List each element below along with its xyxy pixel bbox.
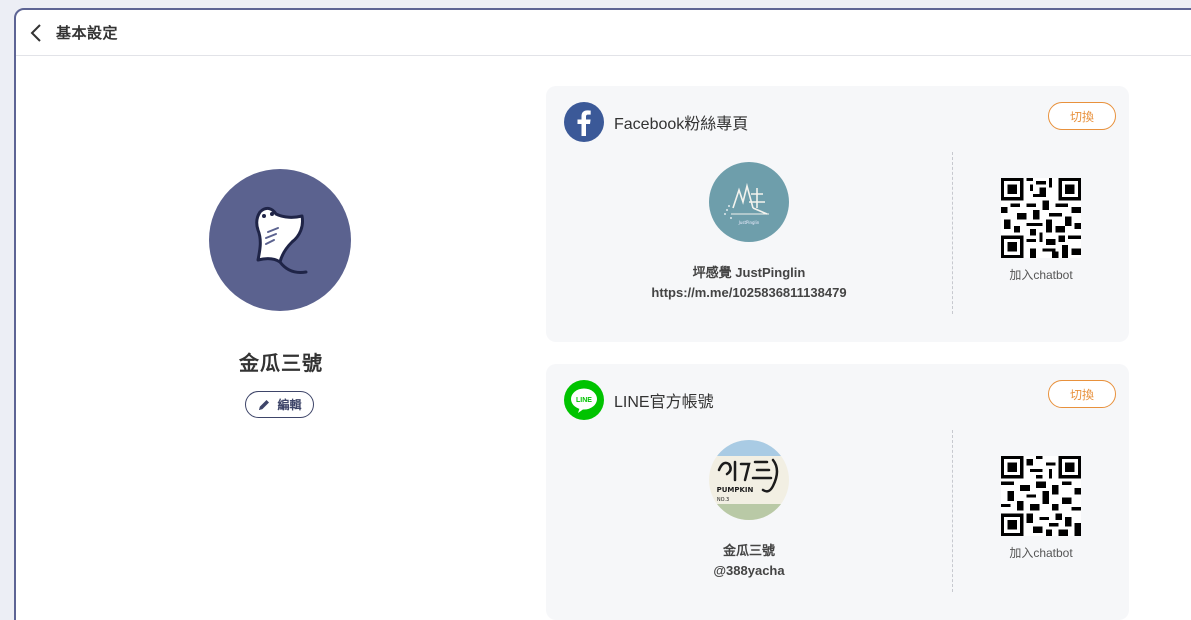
page-title: 基本設定 <box>56 25 119 42</box>
line-card-title: LINE官方帳號 <box>614 394 714 411</box>
facebook-page-name: 坪感覺 JustPinglin <box>692 265 806 280</box>
edit-button[interactable]: 編輯 <box>245 391 314 418</box>
manta-ray-icon <box>255 206 308 274</box>
facebook-page-url[interactable]: https://m.me/1025836811138479 <box>546 285 952 300</box>
pencil-icon <box>259 399 270 410</box>
line-account-name: 金瓜三號 <box>722 543 775 558</box>
facebook-qr-label: 加入chatbot <box>1009 268 1073 282</box>
settings-panel: 基本設定 金瓜三號 編輯 Facebook粉絲專頁 切換 JustPinglin… <box>14 8 1191 620</box>
edit-label: 編輯 <box>277 398 302 412</box>
line-switch-button[interactable]: 切換 <box>1048 380 1116 408</box>
line-card-header: LINE LINE官方帳號 <box>564 380 714 420</box>
svg-text:JustPinglin: JustPinglin <box>738 220 760 225</box>
line-account-id: @388yacha <box>713 563 785 578</box>
facebook-switch-button[interactable]: 切換 <box>1048 102 1116 130</box>
facebook-card: Facebook粉絲專頁 切換 JustPinglin 坪感覺 JustPing… <box>546 86 1129 342</box>
page-header: 基本設定 <box>16 10 1191 56</box>
bot-name: 金瓜三號 <box>239 353 323 375</box>
bot-profile: 金瓜三號 編輯 <box>16 57 546 617</box>
bot-avatar <box>209 169 351 311</box>
line-account-avatar: PUMPKIN NO.3 <box>709 440 789 520</box>
line-qr-label: 加入chatbot <box>1009 546 1073 560</box>
line-qr-code <box>1001 456 1081 536</box>
facebook-icon <box>564 102 604 142</box>
line-icon: LINE <box>564 380 604 420</box>
facebook-qr-code <box>1001 178 1081 258</box>
facebook-card-header: Facebook粉絲專頁 <box>564 102 748 142</box>
svg-text:NO.3: NO.3 <box>717 497 729 503</box>
facebook-card-title: Facebook粉絲專頁 <box>614 116 749 133</box>
back-arrow-icon[interactable] <box>30 23 46 43</box>
line-card: LINE LINE官方帳號 切換 PUMPKIN NO.3 金瓜三號 @388y… <box>546 364 1129 620</box>
svg-text:LINE: LINE <box>576 397 592 404</box>
line-divider <box>952 430 953 592</box>
facebook-page-avatar: JustPinglin <box>709 162 789 242</box>
svg-text:PUMPKIN: PUMPKIN <box>717 486 754 494</box>
facebook-divider <box>952 152 953 314</box>
